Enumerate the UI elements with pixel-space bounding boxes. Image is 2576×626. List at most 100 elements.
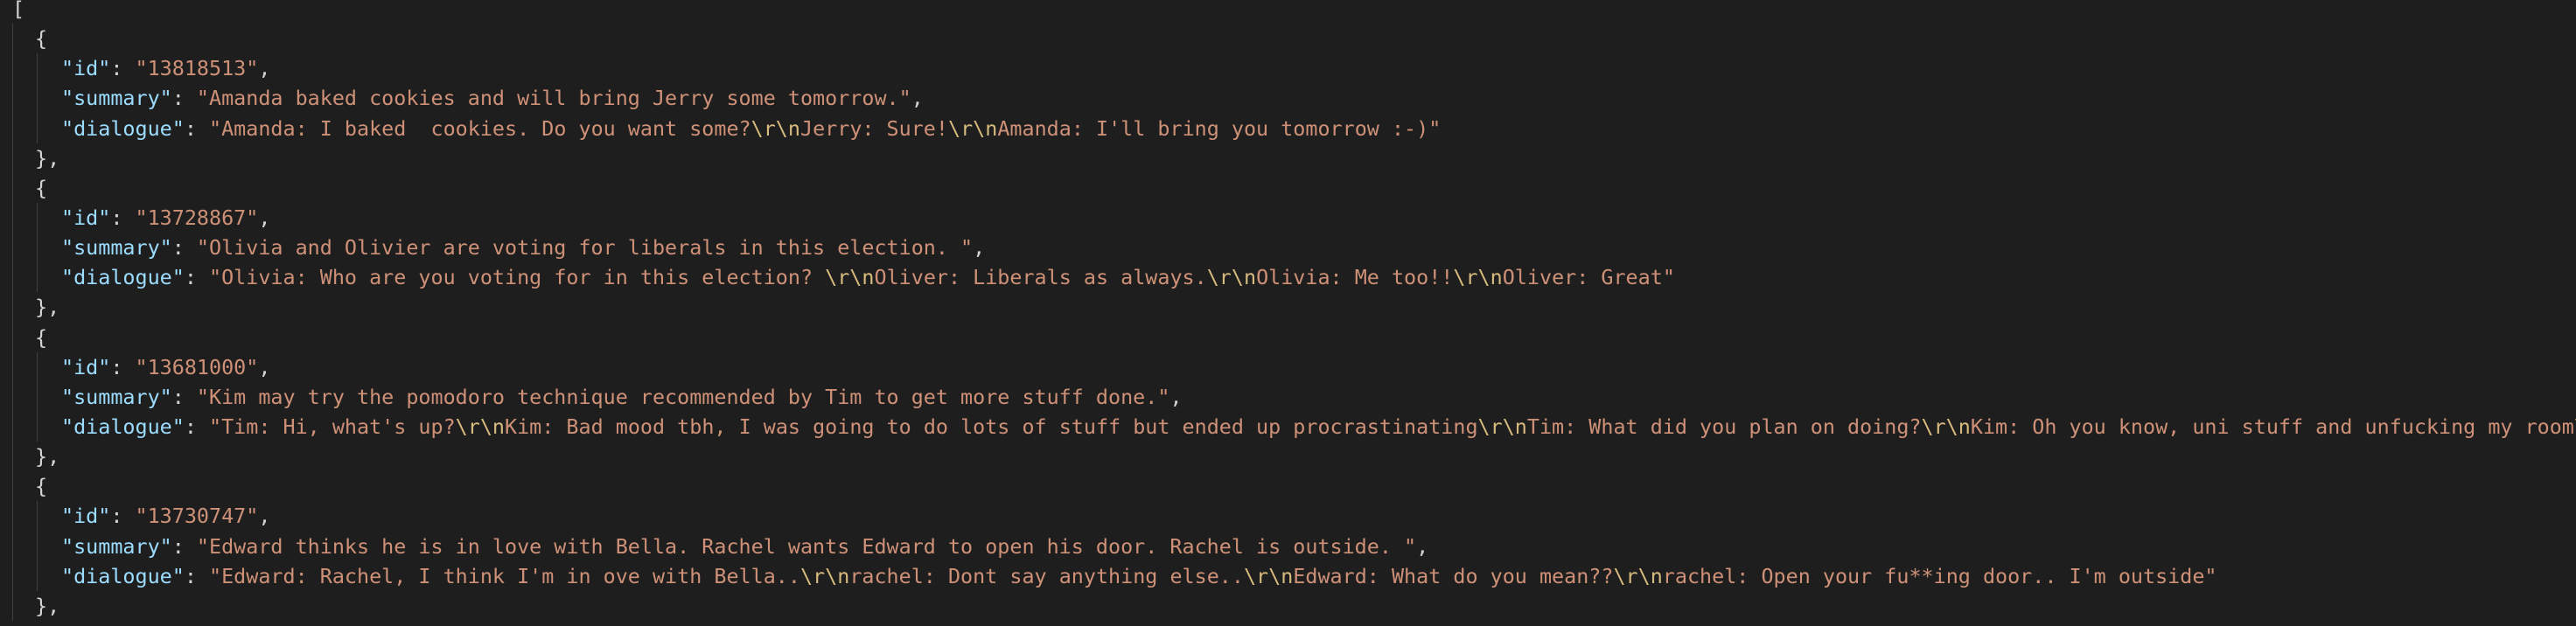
escape-sequence: \r\n: [947, 115, 998, 141]
code-line: "id": "13728867",: [0, 202, 2576, 233]
dialogue-text: Jerry: Sure!: [799, 115, 948, 141]
object-open-brace: {: [35, 474, 48, 499]
json-value-dialogue: "Amanda: I baked cookies. Do you want so…: [209, 115, 1442, 141]
indent-guide: [37, 501, 38, 532]
object-close-brace: },: [35, 593, 60, 618]
code-line: "dialogue": "Edward: Rachel, I think I'm…: [0, 560, 2576, 591]
json-value-summary: "Edward thinks he is in love with Bella.…: [196, 533, 1417, 559]
dialogue-text: Oliver: Great: [1502, 265, 1663, 290]
indent-guide: [37, 53, 38, 84]
comma: ,: [258, 56, 271, 81]
code-editor[interactable]: [ {"id": "13818513", "summary": "Amanda b…: [0, 0, 2576, 626]
json-value-summary: "Amanda baked cookies and will bring Jer…: [196, 86, 911, 111]
escape-sequence: \r\n: [455, 414, 506, 439]
indent-guide: [12, 531, 13, 561]
json-key-dialogue: "dialogue": [61, 563, 185, 588]
dialogue-text: Amanda: I baked cookies. Do you want som…: [221, 115, 751, 141]
json-records: {"id": "13818513", "summary": "Amanda bak…: [0, 24, 2576, 621]
indent-guide: [12, 381, 13, 412]
object-close-brace: },: [35, 444, 60, 470]
colon: :: [171, 533, 197, 559]
json-key-id: "id": [61, 504, 111, 529]
code-line: [: [0, 0, 2576, 24]
indent-guide: [12, 442, 13, 472]
indent-guide: [12, 24, 13, 54]
code-line: {: [0, 322, 2576, 352]
colon: :: [184, 265, 209, 290]
json-value-dialogue: "Olivia: Who are you voting for in this …: [209, 265, 1675, 290]
json-value-id: "13728867": [135, 205, 259, 230]
object-close-brace: },: [35, 295, 60, 320]
code-line: "dialogue": "Amanda: I baked cookies. Do…: [0, 113, 2576, 143]
indent-guide: [37, 531, 38, 561]
dialogue-text: Olivia: Me too!!: [1256, 265, 1454, 290]
code-line: {: [0, 471, 2576, 502]
indent-guide: [37, 113, 38, 143]
json-key-dialogue: "dialogue": [61, 414, 185, 439]
indent-guide: [37, 262, 38, 293]
escape-sequence: \r\n: [1206, 265, 1257, 290]
comma: ,: [973, 235, 986, 261]
code-line: },: [0, 442, 2576, 472]
indent-guide: [37, 381, 38, 412]
indent-guide: [12, 471, 13, 502]
colon: :: [110, 56, 136, 81]
indent-guide: [37, 233, 38, 263]
indent-guide: [12, 351, 13, 382]
dialogue-text: Edward: Rachel, I think I'm in ove with …: [221, 563, 800, 588]
escape-sequence: \r\n: [1243, 563, 1294, 588]
indent-guide: [12, 322, 13, 352]
comma: ,: [1169, 384, 1183, 409]
colon: :: [184, 563, 209, 588]
indent-guide: [12, 560, 13, 591]
json-key-summary: "summary": [61, 533, 172, 559]
dialogue-text: Kim: Bad mood tbh, I was going to do lot…: [505, 414, 1478, 439]
dialogue-text: Olivia: Who are you voting for in this e…: [221, 265, 826, 290]
dialogue-text: Tim: Hi, what's up?: [221, 414, 456, 439]
dialogue-text: Oliver: Liberals as always.: [874, 265, 1207, 290]
indent-guide: [12, 292, 13, 323]
json-key-dialogue: "dialogue": [61, 115, 185, 141]
code-line: "summary": "Amanda baked cookies and wil…: [0, 83, 2576, 114]
colon: :: [184, 414, 209, 439]
colon: :: [110, 354, 136, 379]
escape-sequence: \r\n: [1453, 265, 1503, 290]
colon: :: [184, 115, 209, 141]
json-value-summary: "Kim may try the pomodoro technique reco…: [196, 384, 1170, 409]
colon: :: [171, 384, 197, 409]
code-line: "summary": "Olivia and Olivier are votin…: [0, 233, 2576, 263]
dialogue-text: rachel: Open your fu**ing door.. I'm out…: [1662, 563, 2205, 588]
code-line: {: [0, 172, 2576, 203]
colon: :: [171, 86, 197, 111]
dialogue-text: Tim: What did you plan on doing?: [1526, 414, 1922, 439]
dialogue-text: Amanda: I'll bring you tomorrow :-): [997, 115, 1429, 141]
escape-sequence: \r\n: [825, 265, 875, 290]
code-line: "summary": "Kim may try the pomodoro tec…: [0, 381, 2576, 412]
indent-guide: [12, 202, 13, 233]
code-line: "dialogue": "Olivia: Who are you voting …: [0, 262, 2576, 293]
code-line: "dialogue": "Tim: Hi, what's up?\r\nKim:…: [0, 411, 2576, 442]
json-value-summary: "Olivia and Olivier are voting for liber…: [196, 235, 974, 261]
colon: :: [110, 205, 136, 230]
code-line: "summary": "Edward thinks he is in love …: [0, 531, 2576, 561]
escape-sequence: \r\n: [1613, 563, 1663, 588]
comma: ,: [258, 354, 271, 379]
indent-guide: [12, 233, 13, 263]
indent-guide: [12, 262, 13, 293]
code-line: "id": "13681000",: [0, 351, 2576, 382]
indent-guide: [37, 83, 38, 114]
comma: ,: [1416, 533, 1429, 559]
json-value-dialogue: "Edward: Rachel, I think I'm in ove with…: [209, 563, 2217, 588]
comma: ,: [258, 504, 271, 529]
colon: :: [171, 235, 197, 261]
indent-guide: [12, 53, 13, 84]
json-key-id: "id": [61, 205, 111, 230]
dialogue-text: rachel: Dont say anything else..: [849, 563, 1244, 588]
code-line: },: [0, 292, 2576, 323]
indent-guide: [37, 351, 38, 382]
open-bracket: [: [12, 0, 25, 21]
code-line: },: [0, 590, 2576, 621]
object-open-brace: {: [35, 26, 48, 52]
json-key-summary: "summary": [61, 384, 172, 409]
indent-guide: [12, 83, 13, 114]
